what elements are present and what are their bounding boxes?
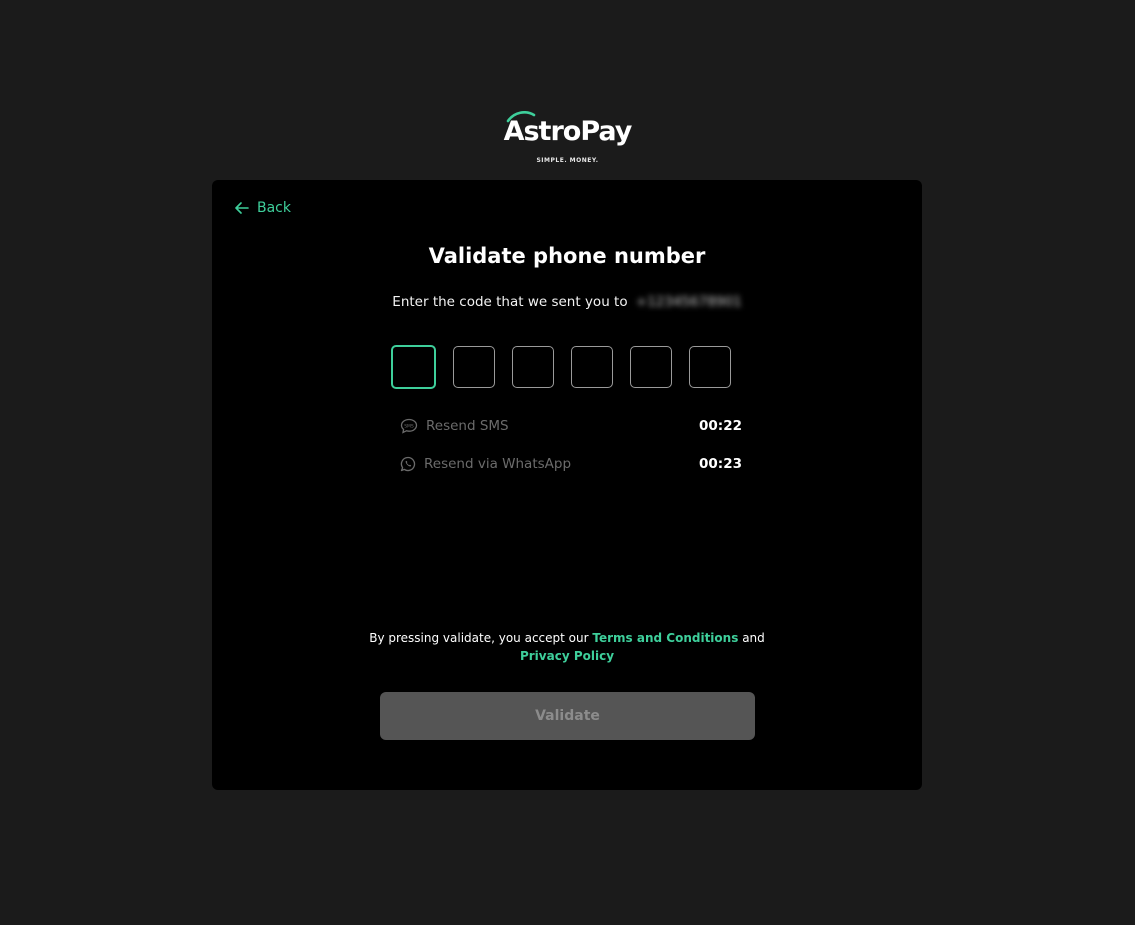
resend-sms-label: Resend SMS bbox=[426, 418, 509, 434]
back-label: Back bbox=[257, 200, 291, 216]
code-input-row bbox=[391, 345, 731, 389]
code-digit-5[interactable] bbox=[630, 346, 672, 388]
privacy-policy-link[interactable]: Privacy Policy bbox=[520, 649, 614, 663]
arrow-left-icon bbox=[235, 202, 249, 214]
terms-notice: By pressing validate, you accept our Ter… bbox=[212, 629, 922, 665]
resend-whatsapp-button[interactable]: Resend via WhatsApp bbox=[400, 456, 571, 472]
code-digit-1[interactable] bbox=[391, 345, 436, 389]
code-digit-3[interactable] bbox=[512, 346, 554, 388]
validation-card: Back Validate phone number Enter the cod… bbox=[212, 180, 922, 790]
terms-conjunction: and bbox=[742, 631, 765, 645]
resend-sms-button[interactable]: SMS Resend SMS bbox=[400, 418, 509, 434]
back-button[interactable]: Back bbox=[235, 198, 291, 218]
resend-sms-timer: 00:22 bbox=[699, 418, 742, 434]
logo-swoosh-icon bbox=[506, 111, 535, 123]
astropay-logo: AstroPay SIMPLE. MONEY. bbox=[0, 111, 1135, 177]
logo-tagline: SIMPLE. MONEY. bbox=[536, 157, 599, 164]
sms-bubble-icon: SMS bbox=[400, 418, 418, 434]
terms-and-conditions-link[interactable]: Terms and Conditions bbox=[592, 631, 738, 645]
resend-sms-row: SMS Resend SMS 00:22 bbox=[400, 416, 742, 436]
page-title: Validate phone number bbox=[428, 244, 706, 268]
subtitle-text: Enter the code that we sent you to bbox=[392, 294, 628, 310]
subtitle: Enter the code that we sent you to +1234… bbox=[212, 294, 922, 310]
terms-prefix: By pressing validate, you accept our bbox=[369, 631, 589, 645]
validate-button[interactable]: Validate bbox=[380, 692, 755, 740]
masked-phone-number: +12345678901 bbox=[635, 294, 742, 310]
resend-whatsapp-timer: 00:23 bbox=[699, 456, 742, 472]
code-digit-2[interactable] bbox=[453, 346, 495, 388]
resend-whatsapp-label: Resend via WhatsApp bbox=[424, 456, 572, 472]
logo-wordmark: AstroPay SIMPLE. MONEY. bbox=[504, 111, 632, 177]
code-digit-6[interactable] bbox=[689, 346, 731, 388]
whatsapp-icon bbox=[400, 456, 416, 472]
svg-text:SMS: SMS bbox=[404, 423, 414, 429]
resend-whatsapp-row: Resend via WhatsApp 00:23 bbox=[400, 454, 742, 474]
code-digit-4[interactable] bbox=[571, 346, 613, 388]
